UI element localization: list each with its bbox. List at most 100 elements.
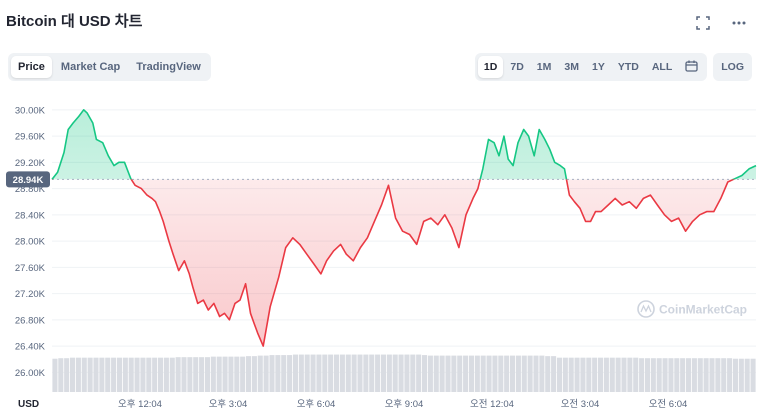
volume-bar — [498, 355, 504, 392]
volume-bar — [668, 358, 674, 392]
x-tick-label: 오전 6:04 — [649, 399, 688, 410]
volume-bar — [81, 357, 87, 392]
volume-bar — [58, 358, 64, 392]
y-tick-label: 29.60K — [15, 132, 46, 143]
volume-bar — [562, 357, 568, 392]
volume-bar — [357, 354, 363, 392]
x-tick-label: 오전 12:04 — [470, 399, 514, 410]
y-tick-label: 30.00K — [15, 105, 46, 116]
volume-bar — [187, 357, 193, 392]
volume-bar — [468, 355, 474, 392]
volume-bar — [580, 357, 586, 392]
volume-bar — [64, 358, 70, 392]
volume-bar — [275, 355, 281, 392]
x-tick-label: 오후 9:04 — [385, 399, 424, 410]
volume-bar — [422, 355, 428, 392]
volume-bar — [486, 355, 492, 392]
volume-bar — [686, 358, 692, 392]
volume-bar — [568, 357, 574, 392]
volume-bar — [287, 355, 293, 392]
volume-bar — [380, 354, 386, 392]
y-tick-label: 28.40K — [15, 210, 46, 221]
volume-bar — [451, 355, 457, 392]
volume-bar — [146, 357, 152, 392]
volume-bar — [246, 356, 252, 392]
volume-bar — [386, 354, 392, 392]
volume-bar — [234, 356, 240, 392]
volume-bar — [738, 358, 744, 392]
volume-bar — [240, 356, 246, 392]
volume-bar — [175, 357, 181, 392]
volume-bar — [639, 358, 645, 392]
x-tick-label: 오후 12:04 — [118, 399, 162, 410]
volume-bar — [52, 358, 58, 392]
volume-bar — [750, 358, 756, 392]
volume-bar — [662, 358, 668, 392]
volume-bar — [105, 357, 111, 392]
volume-bar — [99, 357, 105, 392]
volume-bar — [292, 354, 298, 392]
volume-bar — [592, 357, 598, 392]
currency-label: USD — [18, 399, 40, 410]
volume-bar — [310, 354, 316, 392]
watermark-logo: CoinMarketCap — [637, 300, 747, 318]
volume-bar — [70, 357, 76, 392]
volume-bar — [674, 358, 680, 392]
volume-bar — [633, 357, 639, 392]
volume-bar — [703, 358, 709, 392]
volume-bar — [222, 356, 228, 392]
volume-bar — [510, 355, 516, 392]
volume-bar — [75, 357, 81, 392]
volume-bar — [339, 354, 345, 392]
volume-bar — [193, 357, 199, 392]
volume-bar — [709, 358, 715, 392]
volume-bar — [551, 356, 557, 392]
volume-bar — [715, 358, 721, 392]
volume-bar — [586, 357, 592, 392]
volume-bar — [527, 355, 533, 392]
coinmarketcap-icon — [637, 300, 655, 318]
volume-bar — [439, 355, 445, 392]
volume-bar — [609, 357, 615, 392]
volume-bar — [433, 355, 439, 392]
volume-bar — [181, 357, 187, 392]
volume-bar — [87, 357, 93, 392]
y-tick-label: 26.80K — [15, 315, 46, 326]
volume-bar — [216, 356, 222, 392]
x-tick-label: 오전 3:04 — [561, 399, 600, 410]
y-tick-label: 26.00K — [15, 368, 46, 379]
volume-bar — [533, 355, 539, 392]
volume-bar — [251, 356, 257, 392]
volume-bar — [727, 358, 733, 392]
volume-bar — [210, 356, 216, 392]
volume-bar — [504, 355, 510, 392]
volume-bar — [122, 357, 128, 392]
volume-bar — [199, 357, 205, 392]
volume-bar — [128, 357, 134, 392]
volume-bar — [521, 355, 527, 392]
volume-bar — [656, 358, 662, 392]
current-price-badge: 28.94K — [6, 171, 50, 188]
volume-bar — [492, 355, 498, 392]
volume-bar — [463, 355, 469, 392]
volume-bar — [322, 354, 328, 392]
volume-bar — [691, 358, 697, 392]
volume-bar — [515, 355, 521, 392]
volume-bar — [140, 357, 146, 392]
volume-bar — [404, 354, 410, 392]
volume-bar — [398, 354, 404, 392]
volume-bar — [298, 354, 304, 392]
volume-bar — [351, 354, 357, 392]
volume-bar — [345, 354, 351, 392]
volume-bar — [111, 357, 117, 392]
volume-bar — [163, 357, 169, 392]
volume-bar — [416, 354, 422, 392]
y-tick-label: 26.40K — [15, 342, 46, 353]
volume-bar — [427, 355, 433, 392]
volume-bar — [410, 354, 416, 392]
volume-bar — [621, 357, 627, 392]
volume-bar — [93, 357, 99, 392]
volume-bar — [375, 354, 381, 392]
volume-bar — [228, 356, 234, 392]
volume-bar — [603, 357, 609, 392]
